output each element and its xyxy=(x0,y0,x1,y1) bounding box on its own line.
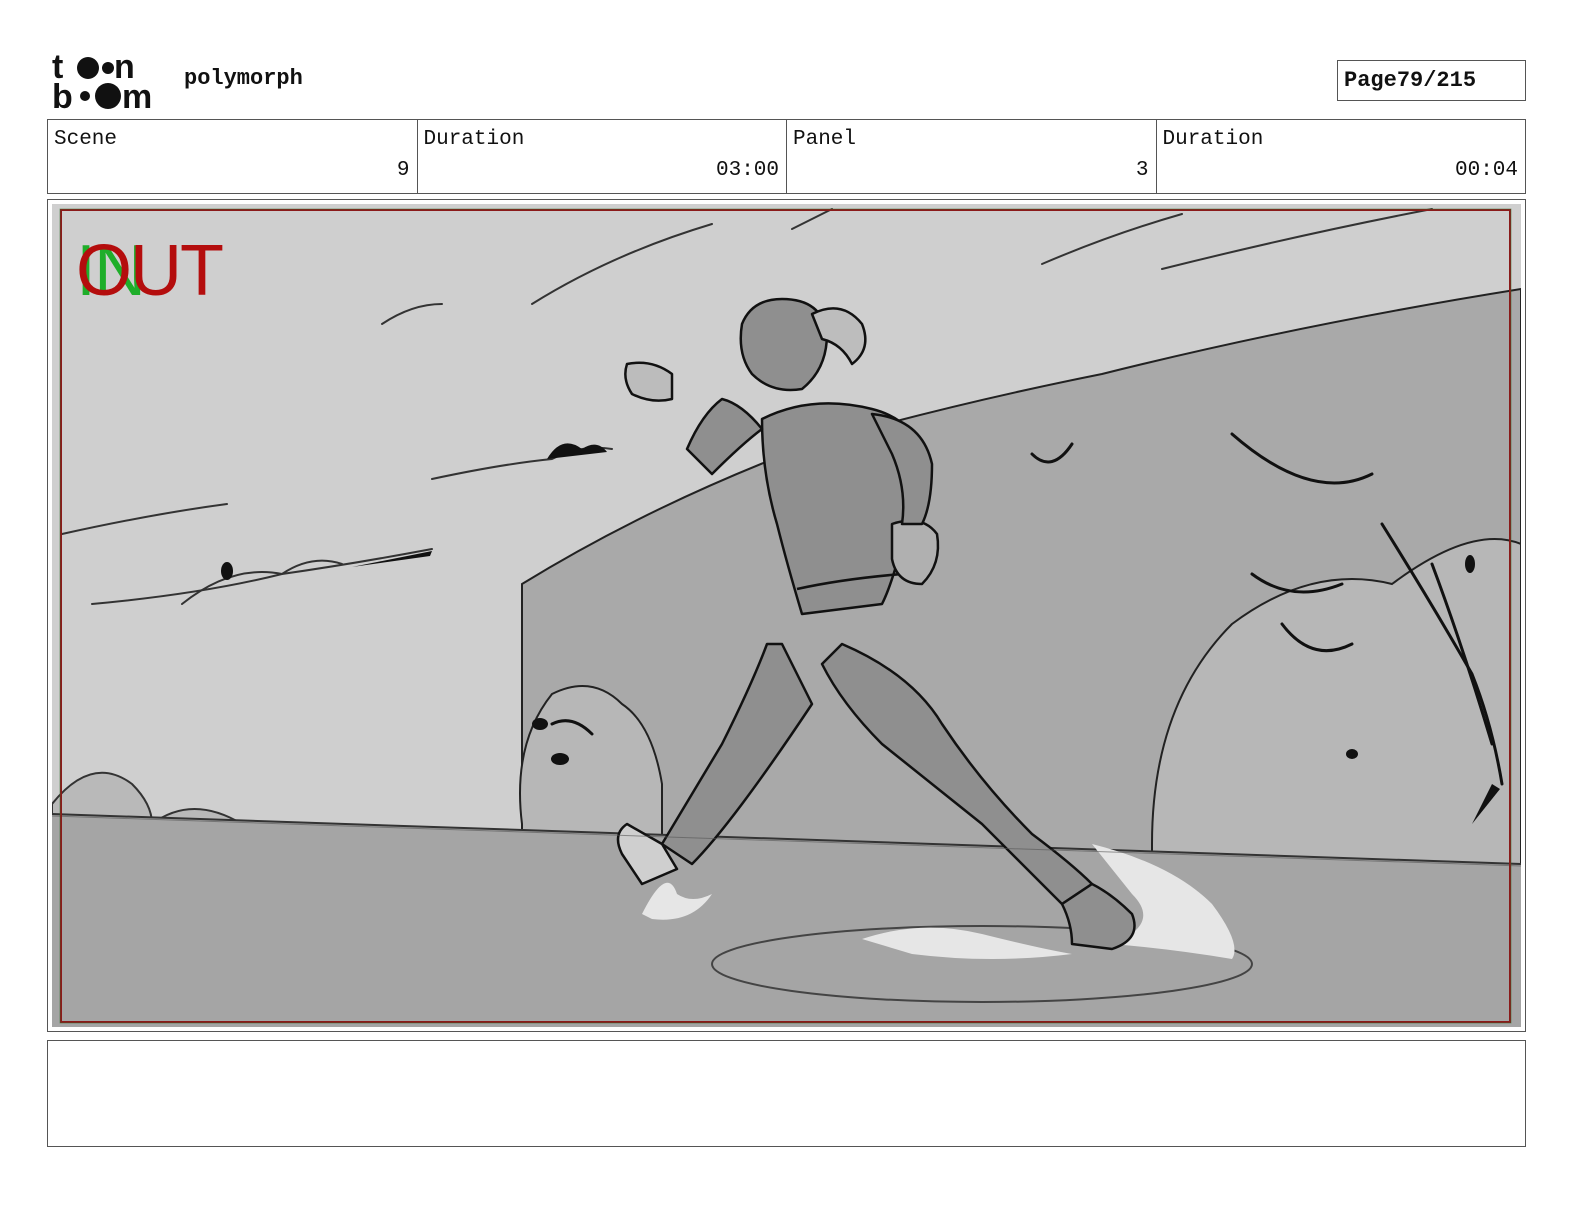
out-marker: OUT xyxy=(76,231,224,311)
panel-duration-label: Duration xyxy=(1162,128,1264,151)
scene-duration-cell: Duration 03:00 xyxy=(418,120,787,193)
storyboard-panel xyxy=(47,199,1526,1032)
page-indicator: Page 79/215 xyxy=(1337,60,1526,101)
toon-boom-logo: t n b m xyxy=(52,48,164,116)
panel-duration-value: 00:04 xyxy=(1454,159,1518,182)
panel-label: Panel xyxy=(793,128,857,151)
scene-label: Scene xyxy=(54,128,118,151)
scene-duration-label: Duration xyxy=(423,128,525,151)
panel-cell: Panel 3 xyxy=(787,120,1157,193)
scene-duration-value: 03:00 xyxy=(715,159,779,182)
scene-cell: Scene 9 xyxy=(48,120,418,193)
panel-sketch xyxy=(52,204,1521,1027)
scene-value: 9 xyxy=(396,159,410,182)
svg-text:m: m xyxy=(122,78,152,112)
panel-duration-cell: Duration 00:04 xyxy=(1157,120,1526,193)
info-row: Scene 9 Duration 03:00 Panel 3 Duration … xyxy=(47,119,1526,194)
page-number: 79/215 xyxy=(1396,68,1477,93)
in-out-markers: IN OUT xyxy=(76,230,246,311)
page-label: Page xyxy=(1344,68,1397,93)
svg-text:b: b xyxy=(52,78,73,112)
panel-value: 3 xyxy=(1135,159,1149,182)
notes-box xyxy=(47,1040,1526,1147)
project-name: polymorph xyxy=(184,66,303,91)
